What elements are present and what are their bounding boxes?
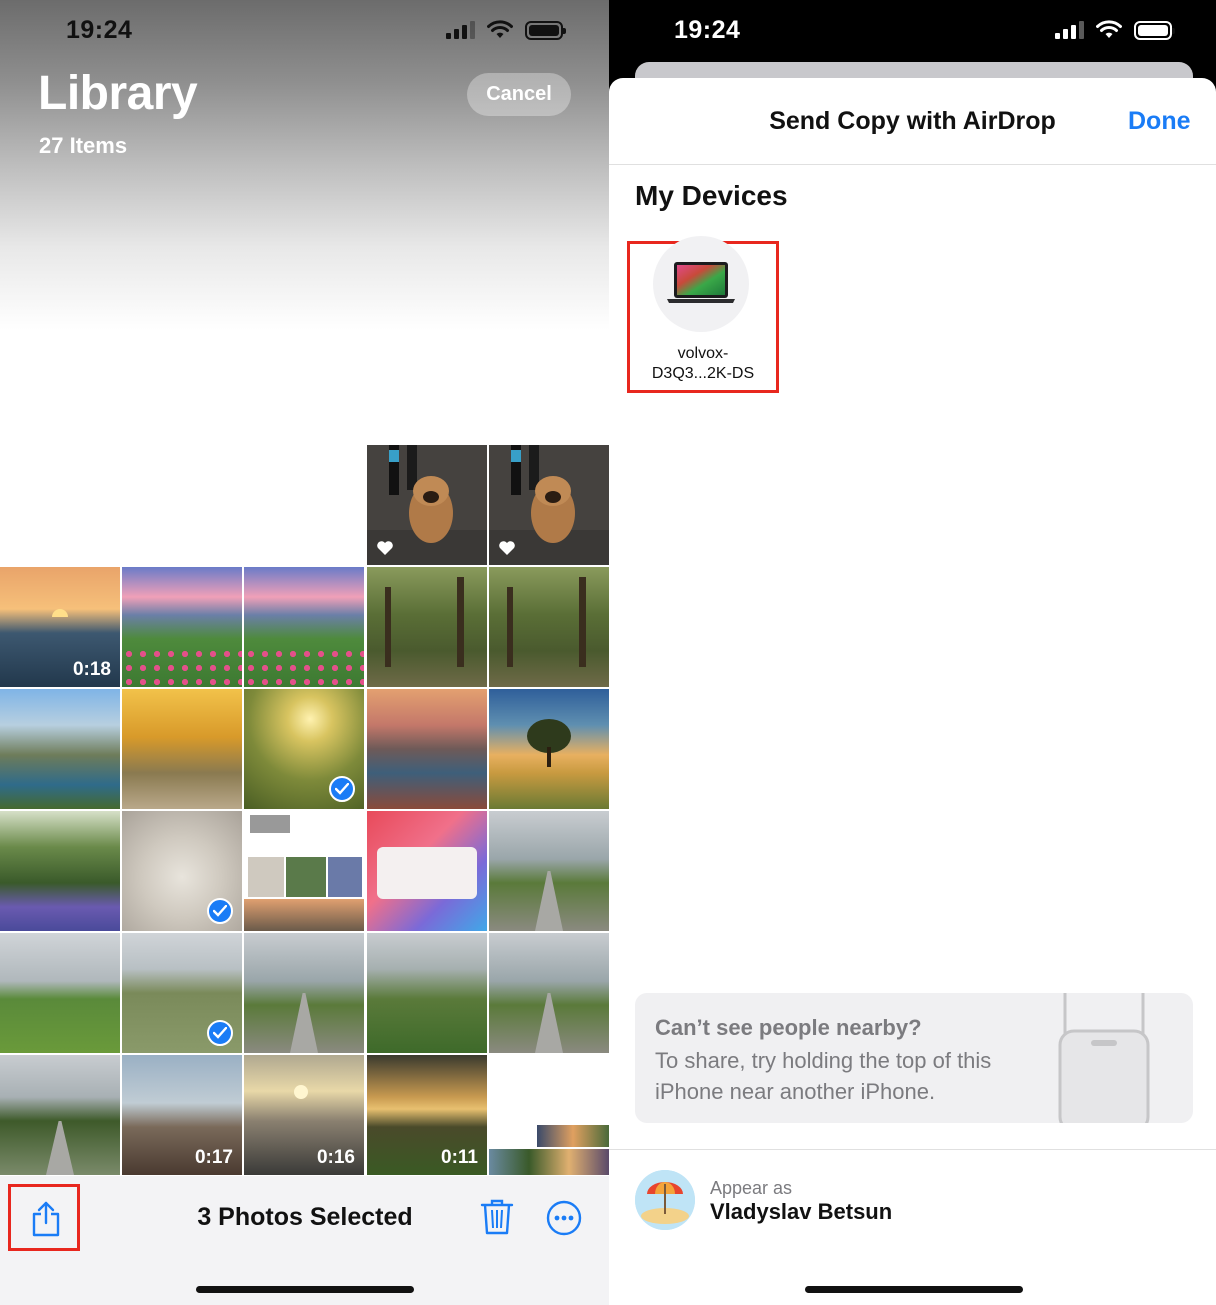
laptop-icon: [667, 262, 735, 303]
status-time: 19:24: [66, 16, 133, 44]
airdrop-screen: 19:24 Send Copy with AirDrop Done My Dev…: [609, 0, 1216, 1305]
selected-checkmark-icon: [207, 898, 233, 924]
delete-button[interactable]: [480, 1198, 514, 1241]
photo-thumbnail[interactable]: [122, 689, 242, 809]
status-time: 19:24: [674, 16, 741, 44]
photo-thumbnail[interactable]: [0, 933, 120, 1053]
sun: [52, 609, 68, 617]
photo-thumbnail[interactable]: [367, 567, 487, 687]
item-count: 27 Items: [39, 133, 128, 158]
photo-thumbnail[interactable]: 0:17: [122, 1055, 242, 1175]
selected-checkmark-icon: [329, 776, 355, 802]
cancel-button[interactable]: Cancel: [467, 73, 571, 116]
appear-as-name: Vladyslav Betsun: [710, 1199, 893, 1224]
hint-title: Can’t see people nearby?: [655, 1015, 922, 1040]
photo-thumbnail[interactable]: [489, 1055, 609, 1175]
favorite-heart-icon: [377, 541, 393, 555]
photo-thumbnail[interactable]: 0:18: [0, 567, 120, 687]
photo-thumbnail[interactable]: [244, 811, 364, 931]
photo-thumbnail[interactable]: [0, 689, 120, 809]
selected-checkmark-icon: [207, 1020, 233, 1046]
photo-thumbnail[interactable]: [489, 811, 609, 931]
library-screen: 19:24 Library 27 Items Cancel 0:18 0:17 …: [0, 0, 609, 1305]
user-avatar: [635, 1170, 695, 1230]
photo-thumbnail[interactable]: [489, 933, 609, 1053]
photo-thumbnail[interactable]: [122, 933, 242, 1053]
divider: [609, 1149, 1216, 1150]
hint-body: To share, try holding the top of this iP…: [655, 1048, 992, 1104]
status-icons: [1055, 20, 1175, 40]
photo-thumbnail[interactable]: [367, 445, 487, 565]
header-gradient: [0, 0, 609, 330]
photo-thumbnail[interactable]: [489, 689, 609, 809]
flowers: [122, 647, 242, 687]
photo-thumbnail[interactable]: [0, 811, 120, 931]
photo-thumbnail[interactable]: [244, 567, 364, 687]
more-button[interactable]: [546, 1200, 582, 1241]
photo-thumbnail[interactable]: [489, 567, 609, 687]
wifi-icon: [487, 20, 513, 38]
more-icon: [546, 1200, 582, 1236]
airdrop-device[interactable]: volvox- D3Q3...2K-DS: [627, 236, 779, 393]
home-indicator: [805, 1286, 1023, 1293]
done-button[interactable]: Done: [1128, 107, 1191, 136]
battery-icon: [525, 20, 566, 40]
status-icons: [446, 20, 566, 40]
device-name-line: volvox-: [677, 345, 729, 362]
photo-thumbnail[interactable]: [0, 1055, 120, 1175]
device-name: volvox- D3Q3...2K-DS: [630, 344, 776, 384]
photo-thumbnail[interactable]: 0:16: [244, 1055, 364, 1175]
nearby-hint-card: Can’t see people nearby? To share, try h…: [635, 993, 1193, 1123]
photo-thumbnail[interactable]: [122, 811, 242, 931]
battery-icon: [1134, 20, 1175, 40]
video-duration: 0:18: [72, 659, 111, 680]
device-avatar: [653, 236, 749, 332]
photo-thumbnail[interactable]: [367, 811, 487, 931]
photo-thumbnail[interactable]: [367, 933, 487, 1053]
wifi-icon: [1096, 20, 1122, 38]
photo-thumbnail[interactable]: [244, 933, 364, 1053]
cellular-signal-icon: [446, 21, 475, 39]
video-duration: 0:17: [194, 1147, 233, 1168]
iphone-proximity-icon: [1058, 993, 1150, 1123]
photo-thumbnail[interactable]: [122, 567, 242, 687]
favorite-heart-icon: [499, 541, 515, 555]
sheet-title: Send Copy with AirDrop: [769, 107, 1056, 135]
trash-icon: [480, 1199, 514, 1235]
device-name-line: D3Q3...2K-DS: [651, 365, 755, 382]
cellular-signal-icon: [1055, 21, 1084, 39]
divider: [609, 164, 1216, 165]
video-duration: 0:16: [316, 1147, 355, 1168]
photo-thumbnail[interactable]: [244, 689, 364, 809]
appear-as-label: Appear as: [710, 1178, 793, 1198]
page-title: Library: [38, 67, 198, 120]
home-indicator: [196, 1286, 414, 1293]
share-button[interactable]: [8, 1184, 80, 1251]
share-icon: [32, 1201, 60, 1237]
photo-thumbnail[interactable]: 0:11: [367, 1055, 487, 1175]
video-duration: 0:11: [441, 1147, 478, 1168]
flowers: [244, 647, 364, 687]
photo-thumbnail[interactable]: [489, 445, 609, 565]
beach-avatar-icon: [635, 1170, 695, 1230]
selection-count: 3 Photos Selected: [197, 1203, 413, 1231]
section-heading: My Devices: [635, 180, 788, 211]
photo-thumbnail[interactable]: [367, 689, 487, 809]
